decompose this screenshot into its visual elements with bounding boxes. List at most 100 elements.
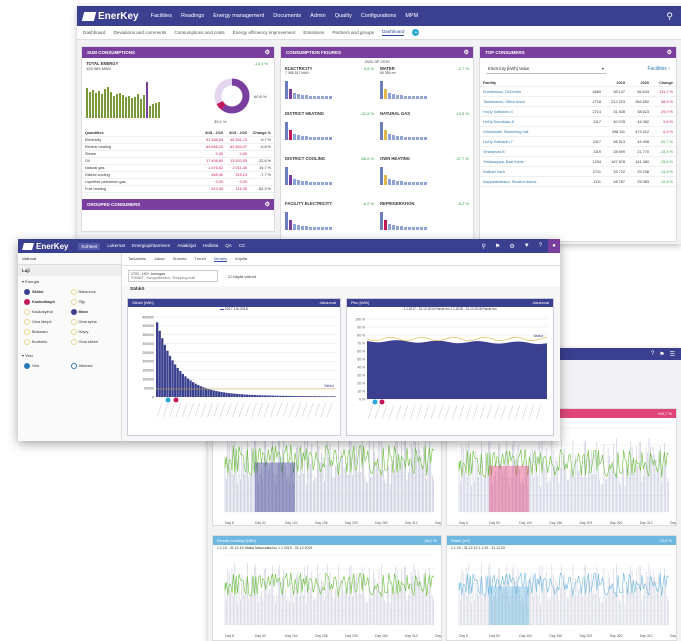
- gear-icon[interactable]: ⚙: [265, 201, 270, 208]
- tab-emissions[interactable]: Emissions: [303, 30, 324, 35]
- water-option[interactable]: Vesi: [24, 363, 69, 369]
- settings-icon[interactable]: ⚙: [509, 243, 514, 250]
- nav-documents[interactable]: Documents: [273, 13, 301, 19]
- tab-dashboard-active[interactable]: Dashboard: [381, 29, 405, 36]
- table-row[interactable]: Enerkeskus, OxCentre 4669 38 147 66 643 131,…: [480, 87, 676, 97]
- table-row[interactable]: HoOy Kotikanto 4 2714 31 928 38 623 29,0 %: [480, 107, 676, 117]
- table-row[interactable]: Kakkari hoch 2711 33 722 29 238 -13,3 %: [480, 167, 676, 177]
- nav-qa[interactable]: QA: [225, 243, 232, 250]
- bookmark-icon[interactable]: ⚑: [495, 243, 500, 250]
- energy-option[interactable]: Sähkö: [24, 289, 69, 295]
- facility-link[interactable]: HoOy Kunnikatu 6: [483, 120, 577, 124]
- facility-link[interactable]: Virkaseura B: [483, 150, 577, 154]
- add-tab-button[interactable]: +: [412, 29, 420, 36]
- table-row[interactable]: HoOy Kotikanto 7 2117 58 313 44 408 -20,7 %: [480, 137, 676, 147]
- facility-link[interactable]: Kakkari hoch: [483, 170, 577, 174]
- energy-option[interactable]: Bruttobio: [24, 339, 69, 345]
- figure-card[interactable]: REFRIGERATION -6,2 %: [380, 201, 469, 241]
- table-row[interactable]: Kappalakartano, Student dorms 1111 28 767 2…: [480, 177, 676, 187]
- energy-option[interactable]: Oma lämpö: [24, 319, 69, 325]
- facility-link[interactable]: HoOy Kotikanto 4: [483, 110, 577, 114]
- nav-asiakirjat[interactable]: Asiakirjat: [177, 243, 196, 250]
- subtab-summa[interactable]: Summa: [173, 256, 187, 262]
- help-icon[interactable]: ?: [651, 351, 654, 357]
- table-row[interactable]: Yleiskauppa, Bazi home 1234 167 878 141 280…: [480, 157, 676, 167]
- nav-energy-management[interactable]: Energy management: [213, 13, 264, 19]
- subtab-trendi[interactable]: Trendi: [194, 256, 205, 262]
- table-row[interactable]: Tietokeskus, Office block 2718 212 223 284 …: [480, 97, 676, 107]
- energy-option[interactable]: Höyry: [70, 329, 116, 335]
- facility-link[interactable]: Kappalakartano, Student dorms: [483, 180, 577, 184]
- nav-facilities[interactable]: Facilities: [151, 13, 172, 19]
- nav-kohteet[interactable]: Kohteet: [78, 242, 101, 250]
- tab-dashboard[interactable]: Dashboard: [83, 30, 105, 35]
- subtab-tarkastelu[interactable]: Tarkastelu: [128, 256, 146, 262]
- nav-configurations[interactable]: Configurations: [361, 13, 396, 19]
- energy-option[interactable]: Oma sytne: [70, 319, 116, 325]
- menu-icon[interactable]: ☰: [670, 351, 675, 358]
- figure-card[interactable]: DISTRICT HEATING -32,8 %: [285, 111, 374, 153]
- facilities-link[interactable]: Facilities ›: [647, 66, 670, 72]
- table-row[interactable]: Steam 0,00 0,00: [82, 151, 274, 158]
- show-selection-checkbox[interactable]: ☑ Näytä valinat: [228, 274, 256, 279]
- filter-icon[interactable]: ▼: [524, 243, 530, 250]
- enerkey-logo[interactable]: EnerKey: [22, 242, 68, 251]
- distribution-button[interactable]: Jakaumat: [533, 301, 549, 305]
- table-row[interactable]: Electricity 51 338,84 46 351,72 -9,7 %: [82, 137, 274, 144]
- nav-cc[interactable]: CC: [239, 243, 246, 250]
- table-row[interactable]: Electric heating 69 646,22 62 894,47 -9,8 %: [82, 144, 274, 151]
- gear-icon[interactable]: ⚙: [464, 49, 469, 56]
- bookmark-icon[interactable]: ⚑: [659, 351, 664, 358]
- table-row[interactable]: Virkaseura B 1119 28 699 21 770 -15,4 %: [480, 147, 676, 157]
- subtab-vertailu[interactable]: Vertailu: [213, 256, 228, 262]
- figure-card[interactable]: OWN HEATING -37,7 %: [380, 156, 469, 198]
- figure-card[interactable]: DISTRICT COOLING -56,6 %: [285, 156, 374, 198]
- figure-card[interactable]: ELECTRICITY -4,8 % 7 365 517 kWh: [285, 66, 374, 108]
- nav-lukemat[interactable]: Lukemat: [107, 243, 125, 250]
- energy-option[interactable]: Kaukokylmä: [24, 309, 69, 315]
- enerkey-logo[interactable]: EnerKey: [81, 11, 139, 22]
- table-row[interactable]: District cooling 345,40 319,13 -7,7 %: [82, 172, 274, 179]
- tab-consumptions[interactable]: Consumptions and costs: [174, 30, 224, 35]
- nav-admin[interactable]: Admin: [310, 13, 326, 19]
- table-row[interactable]: Urheiluhalli, Swimming hall 498 111 474 41…: [480, 127, 676, 137]
- subtab-jakso[interactable]: Jakso: [154, 256, 164, 262]
- search-icon[interactable]: ⚲: [482, 243, 486, 250]
- nav-mpm[interactable]: MPM: [405, 13, 418, 19]
- quantity-select[interactable]: Electricity [kWh] Value ▾: [486, 64, 606, 74]
- distribution-button[interactable]: Jakaumat: [320, 301, 336, 305]
- energy-option[interactable]: Maxx: [70, 309, 116, 315]
- energy-option[interactable]: Oma sähkö: [70, 339, 116, 345]
- nav-energiajohtaminen[interactable]: Energiajohtaminen: [132, 243, 170, 250]
- figure-card[interactable]: NATURAL GAS -10,8 %: [380, 111, 469, 153]
- facility-link[interactable]: Yleiskauppa, Bazi home: [483, 160, 577, 164]
- energy-option[interactable]: Kaukolämpö: [24, 299, 69, 305]
- help-icon[interactable]: ?: [539, 243, 542, 250]
- tab-partners[interactable]: Partners and groups: [332, 30, 374, 35]
- nav-quality[interactable]: Quality: [335, 13, 352, 19]
- figure-card[interactable]: WATER -2,7 % 80 350 m³: [380, 66, 469, 108]
- table-row[interactable]: Fuel heating 513,39 116,35 -62,3 %: [82, 186, 274, 193]
- water-option[interactable]: Jätevesi: [70, 363, 116, 369]
- subtab-kirjoita[interactable]: Kirjoita: [235, 256, 247, 262]
- energy-option[interactable]: Rakennus: [70, 289, 116, 295]
- energy-option[interactable]: Biokaasu: [24, 329, 69, 335]
- tab-deviations[interactable]: Deviations and comments: [113, 30, 166, 35]
- gear-icon[interactable]: ⚙: [265, 49, 270, 56]
- search-icon[interactable]: ⚲: [666, 11, 673, 22]
- figure-card[interactable]: FACILITY ELECTRICITY -6,2 %: [285, 201, 374, 241]
- table-row[interactable]: Oil 17 408,80 13 520,55 -22,6 %: [82, 158, 274, 165]
- energy-option[interactable]: Öljy: [70, 299, 116, 305]
- nav-readings[interactable]: Readings: [181, 13, 204, 19]
- tab-energy-efficiency[interactable]: Energy efficiency improvement: [233, 30, 296, 35]
- table-row[interactable]: Natural gas 1 676,62 2 011,40 19,7 %: [82, 165, 274, 172]
- entity-select[interactable]: 1721 - HO+ Armegan P00683 - Kauppakeskus…: [128, 270, 218, 282]
- facility-link[interactable]: Urheiluhalli, Swimming hall: [483, 130, 577, 134]
- table-row[interactable]: Liquefied petroleum gas 0,00 0,00: [82, 179, 274, 186]
- nav-hallinta[interactable]: Hallinta: [203, 243, 218, 250]
- facility-link[interactable]: HoOy Kotikanto 7: [483, 140, 577, 144]
- gear-icon[interactable]: ⚙: [667, 49, 672, 56]
- table-row[interactable]: HoOy Kunnikatu 6 1117 40 078 44 082 9,6 %: [480, 117, 676, 127]
- user-avatar[interactable]: ●: [548, 239, 560, 253]
- facility-link[interactable]: Enerkeskus, OxCentre: [483, 90, 577, 94]
